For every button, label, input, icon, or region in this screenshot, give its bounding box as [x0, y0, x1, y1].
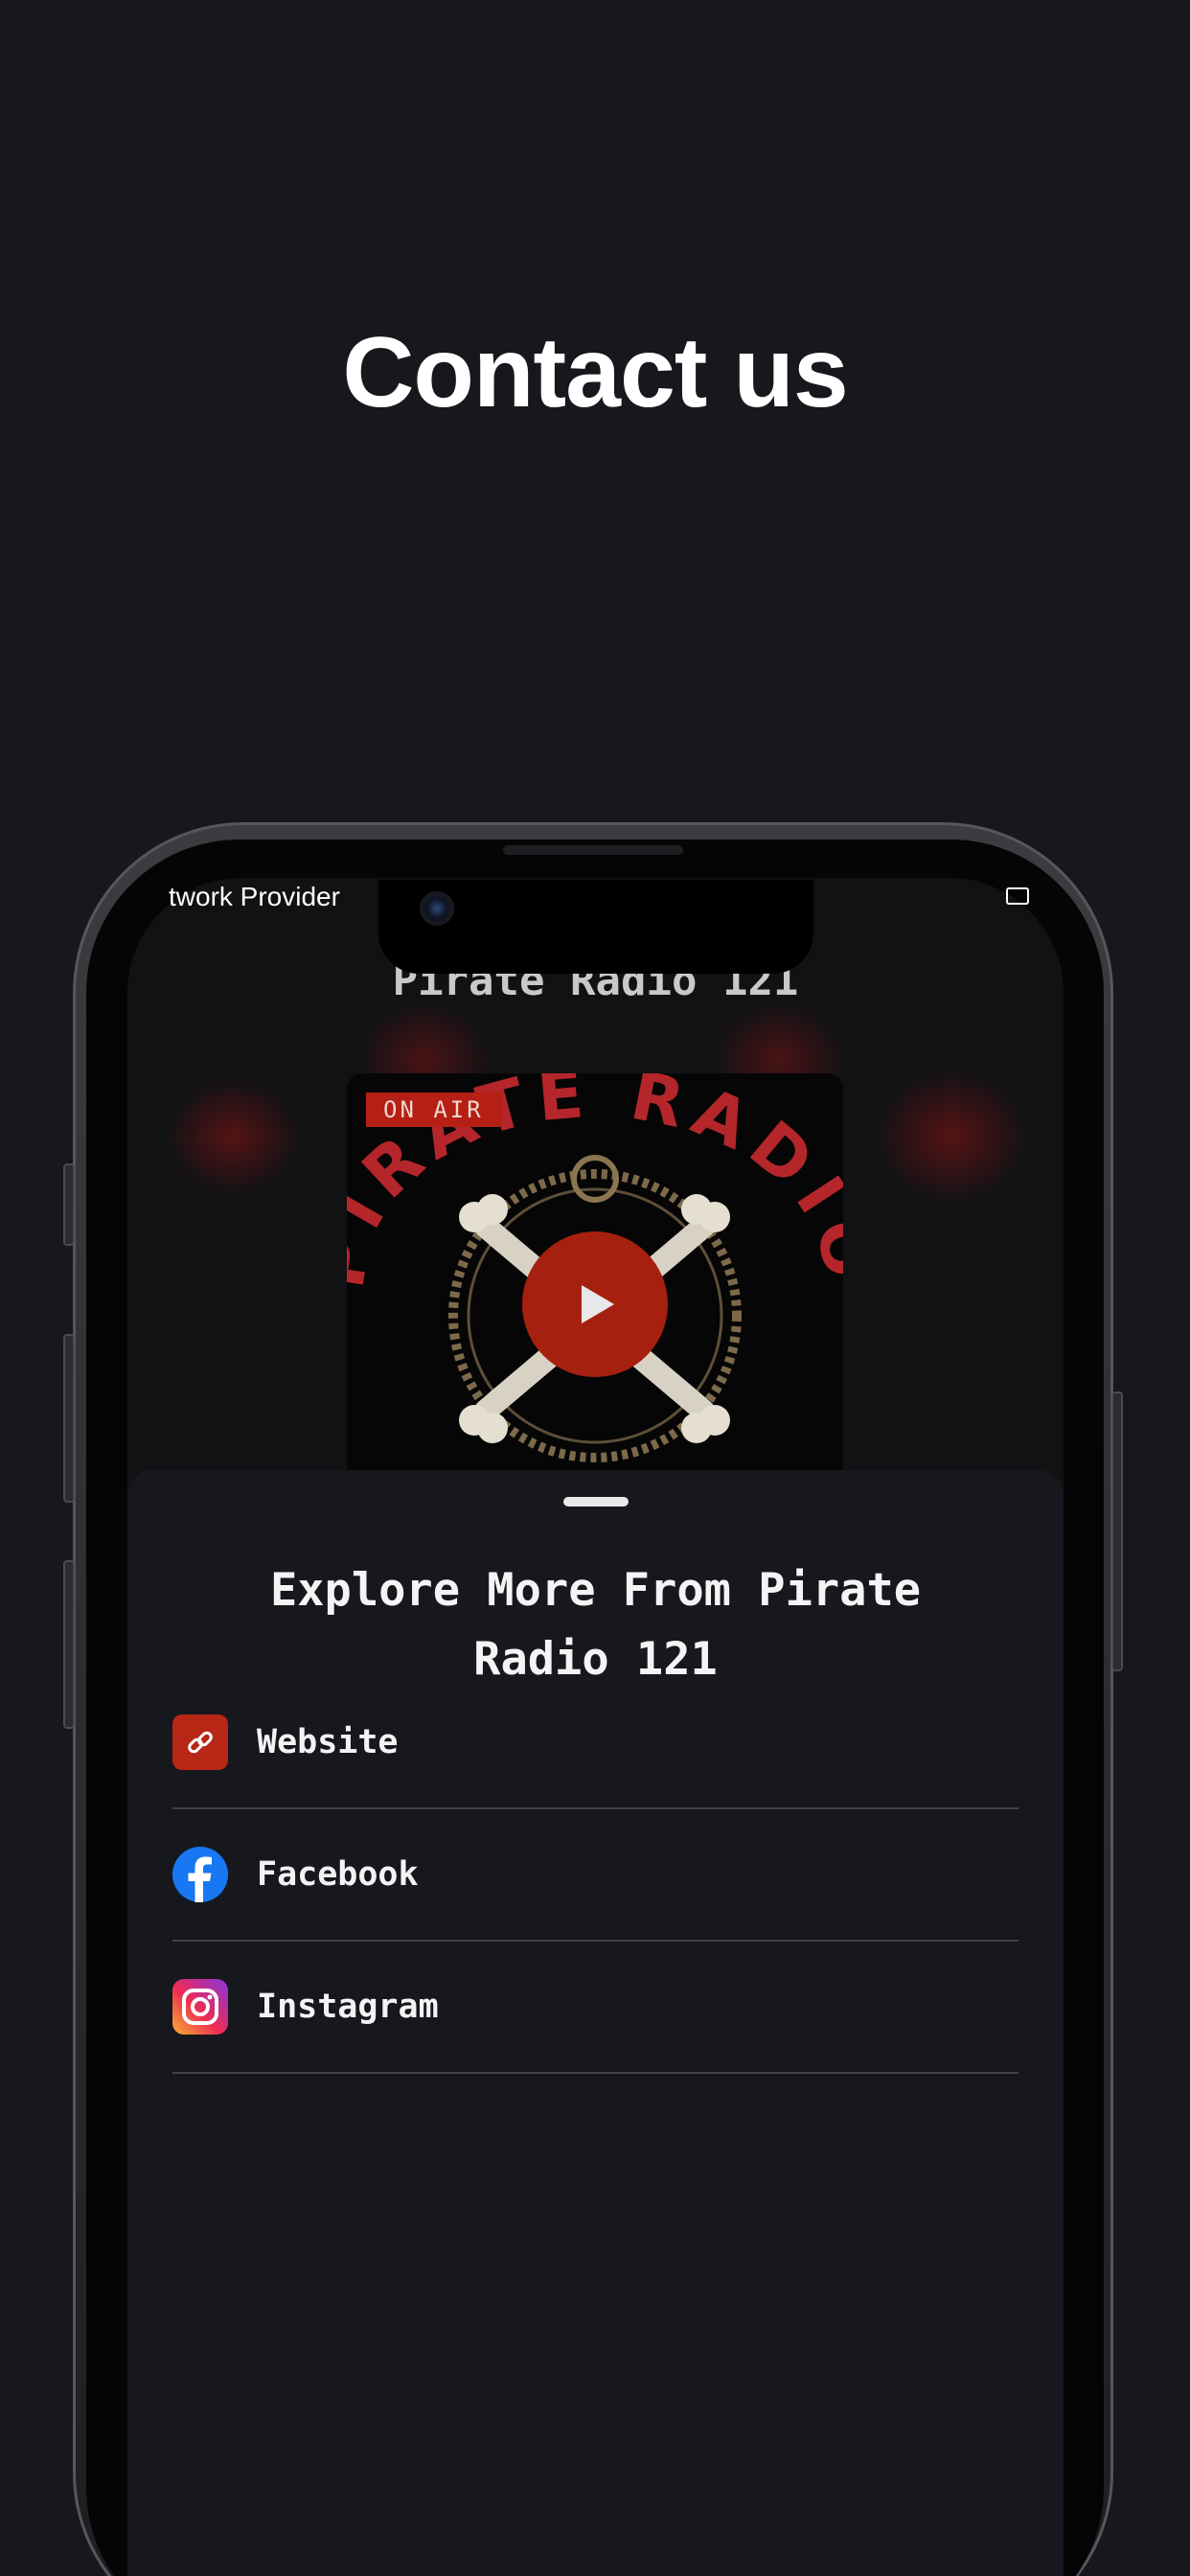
front-camera-icon [420, 891, 454, 926]
station-artwork: PIRATE RADIO ON AIR [347, 1073, 843, 1485]
sheet-title: Explore More From Pirate Radio 121 [269, 1564, 922, 1686]
website-label: Website [257, 1723, 399, 1761]
website-link[interactable]: Website [172, 1677, 1018, 1809]
power-button [1111, 1392, 1123, 1671]
facebook-icon [172, 1847, 228, 1902]
on-air-badge: ON AIR [366, 1092, 501, 1127]
facebook-label: Facebook [257, 1855, 419, 1894]
play-icon [582, 1285, 614, 1323]
carrier-label: twork Provider [169, 882, 340, 911]
phone-screen: Pirate Radio 121 PIRATE RADIO [127, 878, 1064, 2576]
earpiece-speaker [503, 845, 683, 855]
instagram-label: Instagram [257, 1988, 439, 2026]
mute-switch [63, 1163, 75, 1246]
battery-icon [1006, 887, 1029, 905]
instagram-link[interactable]: Instagram [172, 1942, 1018, 2074]
instagram-icon [172, 1979, 228, 2035]
volume-up-button [63, 1334, 75, 1503]
link-icon [172, 1714, 228, 1770]
page-headline: Contact us [342, 317, 848, 428]
explore-bottom-sheet: Explore More From Pirate Radio 121 Websi… [127, 1470, 1064, 2576]
volume-down-button [63, 1560, 75, 1729]
sheet-drag-handle[interactable] [563, 1497, 629, 1506]
play-button[interactable] [522, 1231, 668, 1377]
facebook-link[interactable]: Facebook [172, 1809, 1018, 1942]
